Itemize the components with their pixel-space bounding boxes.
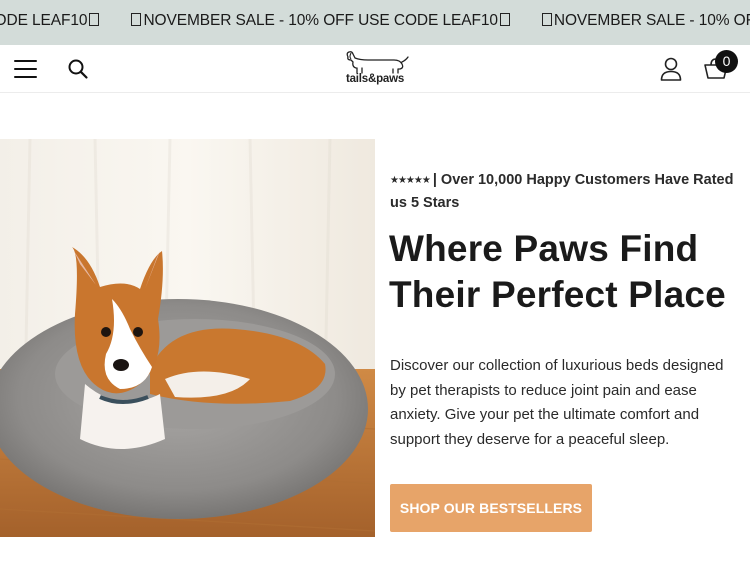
hero-description: Discover our collection of luxurious bed… [390, 357, 724, 448]
dachshund-logo-icon [346, 51, 409, 74]
hero-image [0, 139, 375, 537]
announcement-item: NOVEMBER SALE - 10% OFF USE CODE LEAF10 [0, 12, 101, 30]
announcement-item: NOVEMBER SALE - 10% OFF USE CODE LEAF10 [129, 12, 511, 30]
unknown-glyph-icon [499, 13, 510, 26]
rating-line: ★★★★★ | Over 10,000 Happy Customers Have … [390, 169, 735, 214]
cart-count-badge[interactable]: 0 [715, 50, 738, 73]
rating-text: | Over 10,000 Happy Customers Have Rated… [390, 172, 734, 211]
unknown-glyph-icon [131, 13, 142, 26]
corgi-on-bed-image [0, 139, 375, 537]
announcement-bar: NOVEMBER SALE - 10% OFF USE CODE LEAF10 … [0, 0, 750, 45]
announcement-item: NOVEMBER SALE - 10% OFF USE CODE LEAF10 [540, 12, 750, 30]
shop-bestsellers-button[interactable]: SHOP OUR BESTSELLERS [390, 484, 592, 532]
site-header: tails&paws 0 [0, 45, 750, 93]
search-icon[interactable] [66, 57, 90, 81]
unknown-glyph-icon [541, 13, 552, 26]
announcement-track: NOVEMBER SALE - 10% OFF USE CODE LEAF10 … [0, 12, 750, 30]
logo-text: tails&paws [345, 73, 405, 85]
unknown-glyph-icon [89, 13, 100, 26]
site-logo[interactable]: tails&paws [338, 49, 412, 89]
star-rating-icon: ★★★★★ [390, 175, 431, 186]
hero-headline: Where Paws Find Their Perfect Place [389, 228, 726, 315]
account-icon[interactable] [659, 56, 683, 82]
menu-icon[interactable] [14, 58, 38, 80]
